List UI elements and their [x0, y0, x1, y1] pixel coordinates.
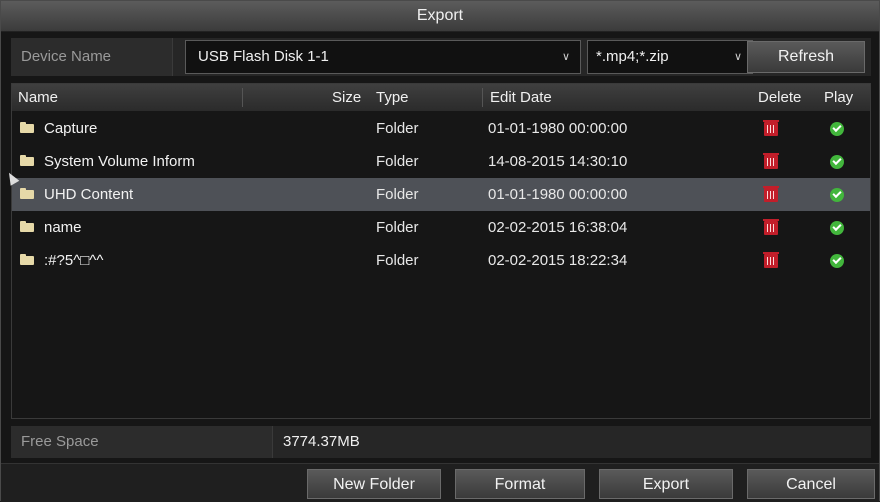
play-check-icon[interactable] — [830, 188, 844, 202]
device-select[interactable]: USB Flash Disk 1-1 ∨ — [185, 40, 581, 74]
play-check-icon[interactable] — [830, 122, 844, 136]
export-dialog: Export Device Name USB Flash Disk 1-1 ∨ … — [0, 0, 880, 502]
trash-icon[interactable] — [763, 153, 779, 169]
file-filter-value: *.mp4;*.zip — [596, 48, 669, 65]
table-row[interactable]: System Volume Inform Folder 14-08-2015 1… — [12, 145, 870, 178]
refresh-button[interactable]: Refresh — [747, 41, 865, 73]
table-row[interactable]: name Folder 02-02-2015 16:38:04 — [12, 211, 870, 244]
column-header-name[interactable]: Name — [18, 84, 58, 111]
file-name: UHD Content — [44, 186, 134, 203]
file-type: Folder — [376, 186, 419, 203]
column-header-edit-date[interactable]: Edit Date — [490, 84, 552, 111]
dialog-title: Export — [1, 1, 879, 32]
device-select-value: USB Flash Disk 1-1 — [198, 48, 329, 65]
file-table: Name Size Type Edit Date Delete Play Cap… — [11, 83, 871, 419]
trash-icon[interactable] — [763, 186, 779, 202]
trash-icon[interactable] — [763, 252, 779, 268]
new-folder-button[interactable]: New Folder — [307, 469, 441, 499]
file-type: Folder — [376, 153, 419, 170]
file-edit-date: 01-01-1980 00:00:00 — [488, 186, 628, 203]
file-name: :#?5^□^^ — [44, 252, 104, 269]
file-type: Folder — [376, 252, 419, 269]
action-bar: New Folder Format Export Cancel — [1, 463, 879, 502]
file-edit-date: 02-02-2015 18:22:34 — [488, 252, 628, 269]
column-divider — [242, 88, 243, 107]
column-header-type[interactable]: Type — [376, 84, 409, 111]
free-space-label: Free Space — [11, 426, 273, 458]
chevron-down-icon: ∨ — [733, 51, 742, 63]
free-space-value: 3774.37MB — [283, 433, 360, 450]
folder-icon — [20, 122, 34, 133]
column-header-delete: Delete — [758, 89, 802, 106]
folder-icon — [20, 155, 34, 166]
file-edit-date: 14-08-2015 14:30:10 — [488, 153, 628, 170]
file-filter-select[interactable]: *.mp4;*.zip ∨ — [587, 40, 753, 74]
play-check-icon[interactable] — [830, 221, 844, 235]
folder-icon — [20, 254, 34, 265]
trash-icon[interactable] — [763, 219, 779, 235]
table-row-selected[interactable]: UHD Content Folder 01-01-1980 00:00:00 — [12, 178, 870, 211]
device-name-label: Device Name — [11, 38, 173, 76]
folder-icon — [20, 221, 34, 232]
format-button[interactable]: Format — [455, 469, 585, 499]
free-space-row: Free Space 3774.37MB — [11, 426, 871, 458]
column-header-play: Play — [824, 89, 854, 106]
cancel-button[interactable]: Cancel — [747, 469, 875, 499]
column-header-size[interactable]: Size — [332, 84, 361, 111]
trash-icon[interactable] — [763, 120, 779, 136]
export-button[interactable]: Export — [599, 469, 733, 499]
file-type: Folder — [376, 120, 419, 137]
file-edit-date: 01-01-1980 00:00:00 — [488, 120, 628, 137]
file-type: Folder — [376, 219, 419, 236]
table-row[interactable]: :#?5^□^^ Folder 02-02-2015 18:22:34 — [12, 244, 870, 277]
table-header: Name Size Type Edit Date Delete Play — [12, 84, 870, 111]
file-name: System Volume Inform — [44, 153, 195, 170]
play-check-icon[interactable] — [830, 254, 844, 268]
play-check-icon[interactable] — [830, 155, 844, 169]
column-divider — [482, 88, 483, 107]
file-edit-date: 02-02-2015 16:38:04 — [488, 219, 628, 236]
table-row[interactable]: Capture Folder 01-01-1980 00:00:00 — [12, 112, 870, 145]
device-row: Device Name USB Flash Disk 1-1 ∨ *.mp4;*… — [11, 38, 871, 76]
file-name: name — [44, 219, 82, 236]
folder-icon — [20, 188, 34, 199]
file-name: Capture — [44, 120, 98, 137]
chevron-down-icon: ∨ — [561, 51, 570, 63]
